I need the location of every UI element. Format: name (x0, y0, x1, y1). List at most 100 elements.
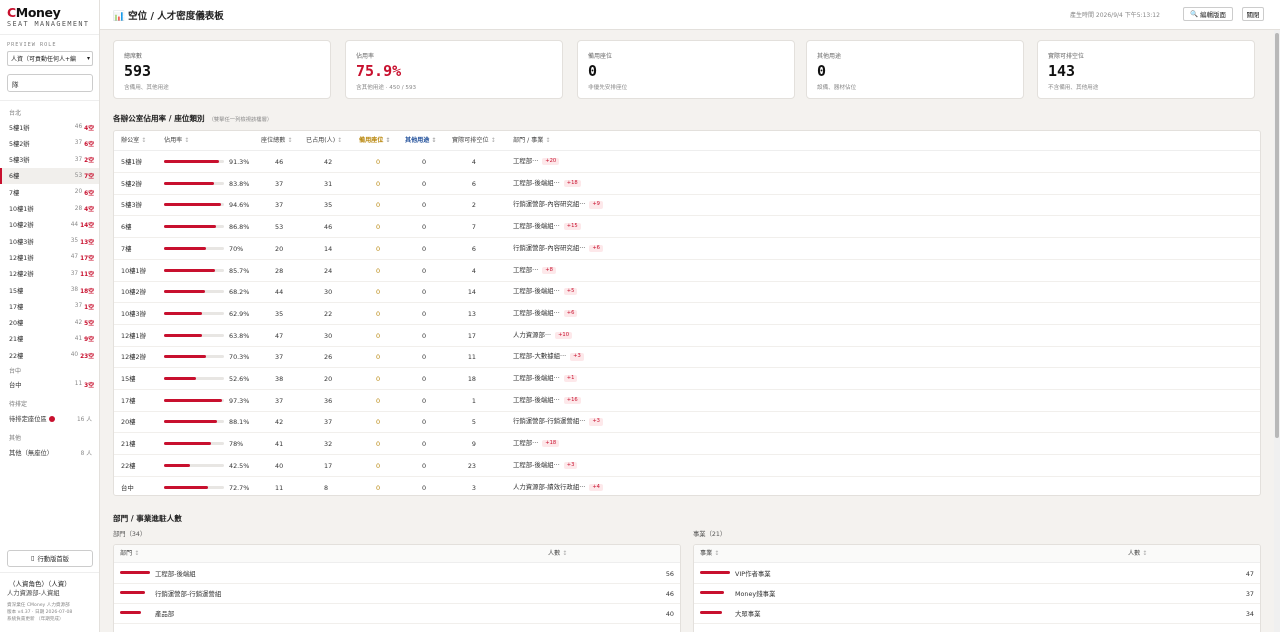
table-row[interactable]: 21樓 78% 41 32 0 0 9 工程部··· +18 (114, 433, 1260, 456)
sidebar-item[interactable]: 5樓2辦 37 6空 (0, 135, 99, 151)
reserve-seats: 0 (376, 179, 381, 188)
column-header[interactable]: 已占用(人) ↕ (306, 137, 342, 144)
extra-count-badge[interactable]: +6 (563, 309, 578, 318)
column-header[interactable]: 人數 ↕ (548, 550, 567, 557)
sidebar-item[interactable]: 10樓2辦 44 14空 (0, 217, 99, 233)
table-row[interactable]: 20樓 88.1% 42 37 0 0 5 行銷運營部-行銷運營組··· +3 (114, 411, 1260, 434)
table-row[interactable]: 10樓1辦 85.7% 28 24 0 0 4 工程部··· +8 (114, 260, 1260, 282)
mobile-version-button[interactable]: ▯ 行動版首版 (7, 550, 93, 567)
sidebar-item-label: 12樓1辦 (9, 254, 34, 262)
table-row[interactable]: 15樓 52.6% 38 20 0 0 18 工程部-後端組··· +1 (114, 368, 1260, 390)
sidebar-item[interactable]: 21樓 41 9空 (0, 331, 99, 347)
sidebar-item[interactable]: 10樓3辦 35 13空 (0, 233, 99, 249)
column-header[interactable]: 座位總數 ↕ (261, 137, 292, 144)
logo-c: C (7, 5, 16, 20)
dept-cell: 工程部-後端組··· +18 (513, 178, 581, 187)
extra-count-badge[interactable]: +20 (542, 158, 560, 166)
reserve-seats: 0 (376, 288, 381, 297)
table-row[interactable]: 10樓3辦 62.9% 35 22 0 0 13 工程部-後端組··· +6 (114, 303, 1260, 325)
extra-count-badge[interactable]: +15 (563, 223, 581, 231)
sidebar-item[interactable]: 5樓3辦 37 2空 (0, 152, 99, 168)
occupancy-rate: 70% (229, 244, 244, 253)
table-row[interactable]: 7樓 70% 20 14 0 0 6 行銷運營部-內容研究組··· +6 (114, 238, 1260, 260)
extra-count-badge[interactable]: +3 (570, 353, 584, 361)
office-name: 5樓2辦 (121, 179, 142, 188)
column-header[interactable]: 人數 ↕ (1128, 550, 1147, 557)
table-row[interactable]: 10樓2辦 68.2% 44 30 0 0 14 工程部-後端組··· +5 (114, 281, 1260, 304)
extra-count-badge[interactable]: +5 (563, 288, 578, 296)
sidebar-item[interactable]: 5樓1辦 46 4空 (0, 119, 99, 135)
table-row[interactable]: 行銷運營部-行銷運營組 46 (114, 584, 680, 604)
table-row[interactable]: 12樓2辦 70.3% 37 26 0 0 11 工程部-大數據組··· +3 (114, 346, 1260, 369)
extra-count-badge[interactable]: +18 (563, 179, 581, 187)
extra-count-badge[interactable]: +16 (563, 396, 581, 404)
scrollbar[interactable] (1274, 30, 1280, 632)
sidebar-item[interactable]: 12樓1辦 47 17空 (0, 249, 99, 265)
extra-count-badge[interactable]: +1 (563, 375, 578, 383)
total-seats: 40 (275, 461, 284, 470)
extra-count-badge[interactable]: +9 (589, 201, 603, 209)
sidebar-item[interactable]: 7樓 20 6空 (0, 184, 99, 200)
sidebar-item-other[interactable]: 其他（無座位） 8 人 (0, 444, 99, 460)
sidebar: CMoney SEAT MANAGEMENT PREVIEW ROLE 人資（可… (0, 0, 100, 632)
table-row[interactable]: 12樓1辦 63.8% 47 30 0 0 17 人力資源部··· +10 (114, 325, 1260, 347)
extra-count-badge[interactable]: +10 (555, 331, 573, 339)
dept-name: 工程部-大數據組··· (513, 352, 567, 361)
occupied-count: 31 (324, 179, 333, 188)
column-header[interactable]: 實際可排空位 ↕ (452, 137, 496, 144)
sidebar-item-taichung[interactable]: 台中 11 3空 (0, 376, 99, 392)
other-use-seats: 0 (422, 418, 427, 427)
table-row[interactable]: 大眾事業 34 (694, 604, 1260, 624)
close-button[interactable]: 關閉 (1242, 7, 1264, 21)
extra-count-badge[interactable]: +3 (589, 418, 603, 426)
reserve-seats: 0 (376, 418, 381, 427)
column-header[interactable]: 事業 ↕ (700, 550, 719, 557)
sidebar-item-pending[interactable]: 待排定座位區 16 人 (0, 410, 99, 426)
column-header[interactable]: 備用座位 ↕ (359, 137, 390, 144)
biz-table: 事業 ↕ 人數 ↕ VIP作者事業 47 Money錢事業 37 大眾事業 34 (693, 544, 1261, 632)
sidebar-item[interactable]: 22樓 40 23空 (0, 347, 99, 363)
table-row[interactable]: 工程部-後端組 56 (114, 564, 680, 584)
table-row[interactable]: 5樓3辦 94.6% 37 35 0 0 2 行銷運營部-內容研究組··· +9 (114, 194, 1260, 217)
other-use-seats: 0 (422, 244, 427, 253)
extra-count-badge[interactable]: +18 (542, 440, 560, 448)
sidebar-item[interactable]: 12樓2辦 37 11空 (0, 266, 99, 282)
extra-count-badge[interactable]: +8 (542, 266, 556, 274)
column-header[interactable]: 部門 / 事業 ↕ (513, 137, 550, 144)
table-row[interactable]: Money錢事業 37 (694, 584, 1260, 604)
occupancy-bar-fill (164, 311, 202, 315)
column-header[interactable]: 佔用率 ↕ (164, 137, 189, 144)
table-row[interactable]: 5樓1辦 91.3% 46 42 0 0 4 工程部··· +20 (114, 151, 1260, 173)
divider (0, 100, 99, 101)
other-use-seats: 0 (422, 396, 427, 405)
scrollbar-thumb[interactable] (1275, 33, 1279, 438)
extra-count-badge[interactable]: +4 (589, 483, 603, 491)
group-label-taichung: 台中 (9, 368, 22, 375)
occupancy-rate: 83.8% (229, 179, 250, 188)
table-row[interactable]: VIP作者事業 47 (694, 564, 1260, 584)
column-header[interactable]: 其他用途 ↕ (405, 137, 436, 144)
sidebar-item[interactable]: 20樓 42 5空 (0, 315, 99, 331)
sidebar-item[interactable]: 10樓1辦 28 4空 (0, 201, 99, 217)
table-row[interactable]: 台中 72.7% 11 8 0 0 3 人力資源部-績效行政組··· +4 (114, 477, 1260, 496)
extra-count-badge[interactable]: +3 (563, 461, 578, 469)
search-input[interactable]: 隊 (7, 74, 93, 92)
sidebar-item[interactable]: 17樓 37 1空 (0, 298, 99, 314)
edit-layout-button[interactable]: 🔍 編輯版面 (1183, 7, 1233, 21)
role-select[interactable]: 人資（可貢動任何人+編 ▾ (7, 51, 93, 66)
sidebar-item[interactable]: 6樓 53 7空 (0, 167, 99, 184)
table-row[interactable]: 17樓 97.3% 37 36 0 0 1 工程部-後端組··· +16 (114, 390, 1260, 412)
occupancy-bar (164, 203, 224, 207)
table-row[interactable]: 5樓2辦 83.8% 37 31 0 0 6 工程部-後端組··· +18 (114, 173, 1260, 195)
column-header[interactable]: 辦公室 ↕ (121, 137, 146, 144)
column-header[interactable]: 部門 ↕ (120, 550, 139, 557)
other-use-seats: 0 (422, 331, 427, 340)
table-row[interactable]: 6樓 86.8% 53 46 0 0 7 工程部-後端組··· +15 (114, 216, 1260, 239)
table-row[interactable]: 產品部 40 (114, 604, 680, 624)
dept-name: 工程部-後端組··· (513, 178, 560, 187)
sidebar-item-count: 37 (74, 140, 83, 147)
sidebar-item[interactable]: 15樓 38 18空 (0, 282, 99, 298)
cmoney-logo[interactable]: CMoney (7, 5, 61, 20)
extra-count-badge[interactable]: +6 (589, 244, 603, 252)
table-row[interactable]: 22樓 42.5% 40 17 0 0 23 工程部-後端組··· +3 (114, 455, 1260, 477)
